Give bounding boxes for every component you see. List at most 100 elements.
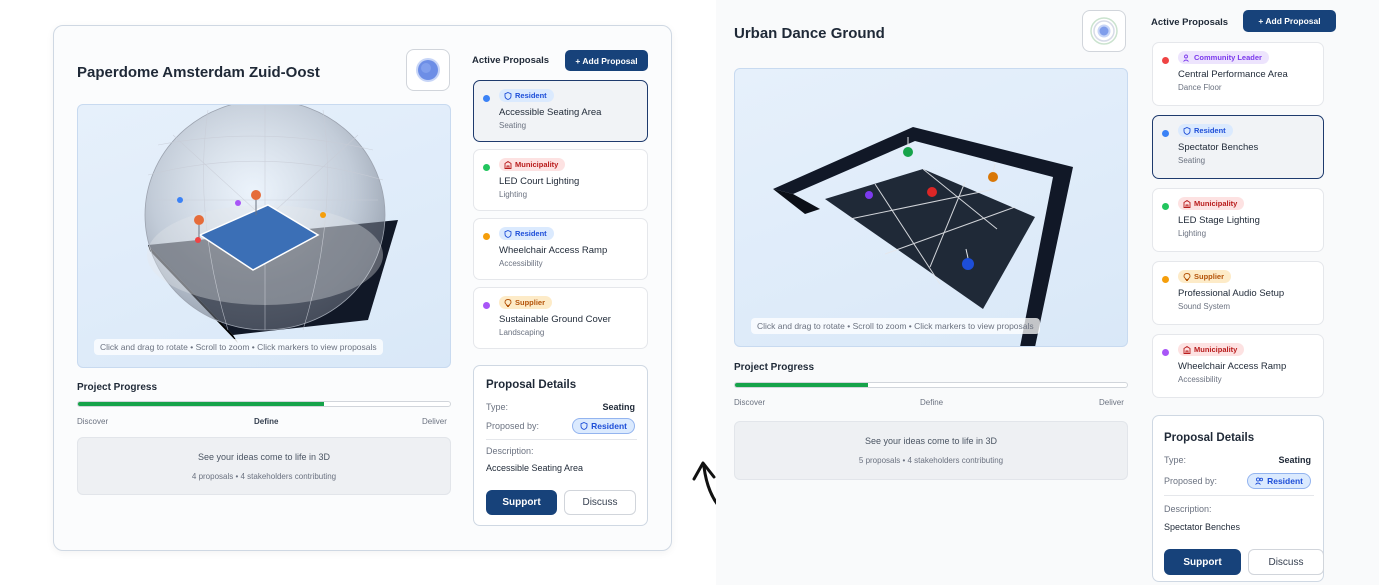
view-toggle-button[interactable] <box>1082 10 1126 52</box>
proposal-card[interactable]: Resident Wheelchair Access Ramp Accessibil… <box>473 218 648 280</box>
progress-bar <box>734 382 1128 388</box>
proposal-category: Accessibility <box>499 259 543 268</box>
lightbulb-icon <box>1183 272 1191 281</box>
stage-discover: Discover <box>77 417 109 426</box>
status-dot <box>483 302 490 309</box>
marker-small[interactable] <box>195 237 201 243</box>
progress-fill <box>78 402 324 406</box>
role-badge: Resident <box>499 227 554 240</box>
shield-icon <box>580 422 588 430</box>
type-value: Seating <box>1278 455 1311 465</box>
building-icon <box>1183 345 1191 354</box>
info-main: See your ideas come to life in 3D <box>864 436 998 446</box>
marker-amber[interactable] <box>988 172 998 182</box>
proposal-category: Seating <box>499 121 527 130</box>
role-badge: Supplier <box>1178 270 1232 283</box>
proposer-chip: Resident <box>572 418 635 434</box>
proposal-card[interactable]: Community Leader Central Performance Area… <box>1152 42 1324 106</box>
proposal-card[interactable]: Municipality LED Court Lighting Lighting <box>473 149 648 211</box>
info-box: See your ideas come to life in 3D 4 prop… <box>77 437 451 495</box>
proposal-category: Lighting <box>1178 229 1207 238</box>
type-label: Type: <box>486 402 509 412</box>
proposal-category: Accessibility <box>1178 375 1222 384</box>
role-badge: Municipality <box>499 158 566 171</box>
dance-ground-scene[interactable] <box>735 69 1128 347</box>
3d-viewport[interactable]: Click and drag to rotate • Scroll to zoo… <box>734 68 1128 347</box>
viewport-hint: Click and drag to rotate • Scroll to zoo… <box>94 339 383 355</box>
add-proposal-button[interactable]: + Add Proposal <box>1243 10 1336 32</box>
proposal-card[interactable]: Supplier Sustainable Ground Cover Landscap… <box>473 287 648 349</box>
marker-green[interactable] <box>903 147 913 157</box>
info-box: See your ideas come to life in 3D 5 prop… <box>734 421 1128 480</box>
role-badge: Supplier <box>499 296 553 309</box>
right-panel: Urban Dance Ground Click and drag to rot… <box>716 0 1379 585</box>
add-proposal-button[interactable]: + Add Proposal <box>565 50 648 71</box>
proposal-title: LED Court Lighting <box>499 176 580 187</box>
status-dot <box>483 164 490 171</box>
role-label: Supplier <box>515 298 546 307</box>
lightbulb-icon <box>504 298 512 307</box>
proposals-label: Active Proposals <box>472 55 550 66</box>
marker-blue[interactable] <box>177 197 183 203</box>
description-label: Description: <box>486 446 534 456</box>
role-label: Community Leader <box>1194 53 1262 62</box>
stage-define: Define <box>920 398 944 407</box>
dome-scene[interactable] <box>78 105 451 368</box>
proposed-by-label: Proposed by: <box>1164 476 1218 486</box>
proposal-title: LED Stage Lighting <box>1178 215 1260 226</box>
status-dot <box>483 233 490 240</box>
details-divider <box>1164 495 1314 496</box>
details-title: Proposal Details <box>486 379 577 391</box>
proposal-category: Seating <box>1178 156 1206 165</box>
info-sub: 4 proposals • 4 stakeholders contributin… <box>191 472 337 481</box>
proposed-by-label: Proposed by: <box>486 421 540 431</box>
status-dot <box>1162 130 1169 137</box>
shield-icon <box>504 229 512 238</box>
details-divider <box>486 439 637 440</box>
proposal-title: Spectator Benches <box>1178 142 1259 153</box>
proposal-title: Wheelchair Access Ramp <box>1178 361 1287 372</box>
proposal-category: Lighting <box>499 190 528 199</box>
marker-red[interactable] <box>251 190 261 200</box>
marker-orange[interactable] <box>194 215 204 225</box>
proposal-card[interactable]: Supplier Professional Audio Setup Sound Sy… <box>1152 261 1324 325</box>
marker-red[interactable] <box>927 187 937 197</box>
proposal-card[interactable]: Resident Spectator Benches Seating <box>1152 115 1324 179</box>
users-icon <box>1255 477 1264 485</box>
marker-blue[interactable] <box>962 258 974 270</box>
type-value: Seating <box>602 402 635 412</box>
proposal-details: Proposal Details Type: Seating Proposed … <box>1152 415 1324 582</box>
support-button[interactable]: Support <box>1164 549 1241 575</box>
users-icon <box>1183 54 1189 62</box>
marker-amber[interactable] <box>320 212 326 218</box>
progress-fill <box>735 383 869 387</box>
proposal-category: Landscaping <box>499 328 545 337</box>
view-toggle-button[interactable] <box>406 49 450 91</box>
proposal-card[interactable]: Municipality Wheelchair Access Ramp Access… <box>1152 334 1324 398</box>
proposer-name: Resident <box>591 421 627 431</box>
left-panel: Paperdome Amsterdam Zuid-Oost Click and … <box>53 25 672 551</box>
info-main: See your ideas come to life in 3D <box>197 452 331 462</box>
support-button[interactable]: Support <box>486 490 557 515</box>
discuss-button[interactable]: Discuss <box>564 490 636 515</box>
role-badge: Resident <box>1178 124 1233 137</box>
proposal-title: Professional Audio Setup <box>1178 288 1285 299</box>
proposal-card[interactable]: Resident Accessible Seating Area Seating <box>473 80 648 142</box>
progress-bar <box>77 401 451 407</box>
proposal-card[interactable]: Municipality LED Stage Lighting Lighting <box>1152 188 1324 252</box>
target-icon <box>1090 17 1118 45</box>
progress-title: Project Progress <box>77 382 158 393</box>
description-label: Description: <box>1164 504 1212 514</box>
3d-viewport[interactable]: Click and drag to rotate • Scroll to zoo… <box>77 104 451 368</box>
role-badge: Municipality <box>1178 343 1245 356</box>
page-title: Paperdome Amsterdam Zuid-Oost <box>77 64 320 81</box>
role-label: Resident <box>515 91 547 100</box>
proposal-title: Wheelchair Access Ramp <box>499 245 608 256</box>
details-title: Proposal Details <box>1164 432 1255 444</box>
marker-purple[interactable] <box>865 191 873 199</box>
proposal-category: Sound System <box>1178 302 1231 311</box>
marker-purple[interactable] <box>235 200 241 206</box>
progress-title: Project Progress <box>734 362 815 373</box>
proposal-title: Sustainable Ground Cover <box>499 314 611 325</box>
discuss-button[interactable]: Discuss <box>1248 549 1324 575</box>
